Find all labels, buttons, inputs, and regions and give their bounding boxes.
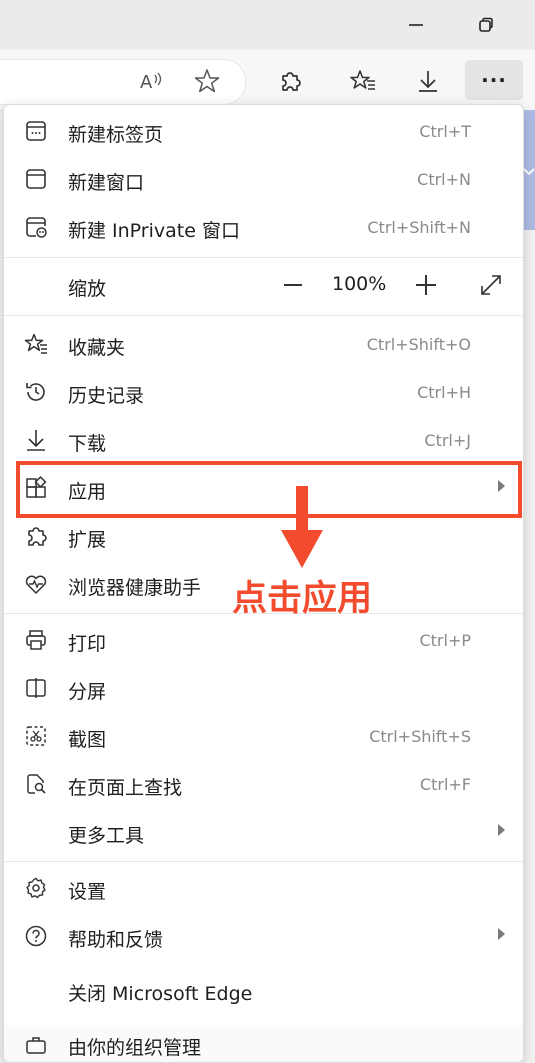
star-icon <box>194 69 220 93</box>
menu-footer: 由你的组织管理 <box>4 1025 523 1062</box>
download-icon <box>419 71 437 92</box>
new-window-icon <box>26 169 46 189</box>
screenshot-icon <box>26 726 46 746</box>
restore-button[interactable] <box>470 10 502 40</box>
menu-item-favorites[interactable]: 收藏夹 Ctrl+Shift+O <box>4 321 523 367</box>
menu-item-new-inprivate[interactable]: 新建 InPrivate 窗口 Ctrl+Shift+N <box>4 204 523 250</box>
menu-item-new-window[interactable]: 新建窗口 Ctrl+N <box>4 156 523 202</box>
menu-item-label: 设置 <box>68 881 107 903</box>
shortcut-text: Ctrl+Shift+S <box>369 727 471 746</box>
menu-item-new-tab[interactable]: 新建标签页 Ctrl+T <box>4 108 523 154</box>
shortcut-text: Ctrl+P <box>419 631 471 650</box>
more-icon: ··· <box>481 68 507 92</box>
shortcut-text: Ctrl+N <box>417 170 471 189</box>
menu-divider <box>4 315 523 316</box>
favorites-icon <box>24 333 47 354</box>
shortcut-text: Ctrl+Shift+N <box>367 218 471 237</box>
download-icon <box>27 430 45 451</box>
shortcut-text: Ctrl+F <box>419 775 471 794</box>
settings-and-more-button[interactable]: ··· <box>465 60 523 100</box>
minimize-button[interactable] <box>400 10 432 40</box>
menu-item-label: 帮助和反馈 <box>68 929 164 951</box>
read-aloud-button[interactable]: A <box>131 62 169 100</box>
menu-item-settings[interactable]: 设置 <box>4 865 523 911</box>
menu-item-history[interactable]: 历史记录 Ctrl+H <box>4 369 523 415</box>
address-bar[interactable]: A <box>0 59 246 105</box>
new-tab-icon <box>26 121 46 141</box>
menu-item-label: 扩展 <box>68 529 107 551</box>
gear-icon <box>26 877 46 899</box>
menu-item-label: 更多工具 <box>68 825 145 847</box>
menu-item-downloads[interactable]: 下载 Ctrl+J <box>4 417 523 463</box>
history-icon <box>26 383 45 401</box>
puzzle-icon <box>282 72 301 91</box>
menu-item-label: 新建标签页 <box>68 124 164 146</box>
menu-item-label: 新建 InPrivate 窗口 <box>68 220 240 242</box>
managed-by-org-label: 由你的组织管理 <box>68 1037 202 1059</box>
menu-item-label: 截图 <box>68 729 107 751</box>
submenu-arrow-icon <box>498 928 505 940</box>
extensions-button[interactable] <box>271 62 309 100</box>
menu-item-label: 新建窗口 <box>68 172 145 194</box>
favorites-list-icon <box>350 70 375 90</box>
shortcut-text: Ctrl+J <box>424 431 471 450</box>
menu-item-print[interactable]: 打印 Ctrl+P <box>4 617 523 663</box>
inprivate-window-icon <box>26 217 47 238</box>
title-bar <box>0 0 535 50</box>
menu-item-label: 下载 <box>68 433 107 455</box>
split-screen-icon <box>26 678 46 698</box>
fullscreen-icon[interactable] <box>478 272 504 298</box>
annotation-text: 点击应用 <box>232 579 373 619</box>
downloads-button[interactable] <box>409 62 447 100</box>
pointer-arrow-icon <box>281 486 323 568</box>
puzzle-icon <box>28 527 47 546</box>
menu-item-label: 收藏夹 <box>68 337 126 359</box>
menu-item-find[interactable]: 在页面上查找 Ctrl+F <box>4 761 523 807</box>
menu-item-zoom: 缩放 100% <box>4 262 523 308</box>
apps-highlight-box <box>16 461 522 518</box>
menu-divider <box>4 257 523 258</box>
zoom-level: 100% <box>332 273 387 295</box>
favorites-button[interactable] <box>344 62 382 100</box>
menu-divider <box>4 861 523 862</box>
printer-icon <box>26 630 46 650</box>
zoom-in-icon <box>425 275 427 295</box>
find-on-page-icon <box>27 774 46 794</box>
menu-item-screenshot[interactable]: 截图 Ctrl+Shift+S <box>4 713 523 759</box>
minimize-icon <box>409 24 423 26</box>
menu-item-close-edge[interactable]: 关闭 Microsoft Edge <box>4 967 523 1013</box>
shortcut-text: Ctrl+T <box>419 122 471 141</box>
help-icon <box>25 925 47 947</box>
menu-item-extensions[interactable]: 扩展 <box>4 513 523 559</box>
menu-item-label: 在页面上查找 <box>68 777 183 799</box>
shortcut-text: Ctrl+H <box>417 383 471 402</box>
menu-item-label: 浏览器健康助手 <box>68 577 202 599</box>
menu-item-split-screen[interactable]: 分屏 <box>4 665 523 711</box>
svg-text:A: A <box>140 72 153 93</box>
menu-item-label: 关闭 Microsoft Edge <box>68 983 253 1005</box>
read-aloud-icon: A <box>140 72 162 93</box>
zoom-out-button[interactable] <box>284 284 302 286</box>
menu-item-help[interactable]: 帮助和反馈 <box>4 913 523 959</box>
menu-item-label: 打印 <box>68 633 107 655</box>
menu-item-more-tools[interactable]: 更多工具 <box>4 809 523 855</box>
browser-toolbar: A ··· <box>0 50 535 111</box>
restore-icon <box>479 17 493 32</box>
menu-item-label: 缩放 <box>68 278 107 300</box>
submenu-arrow-icon <box>498 824 505 836</box>
menu-item-label: 历史记录 <box>68 385 145 407</box>
heart-pulse-icon <box>25 575 47 594</box>
menu-item-label: 分屏 <box>68 681 107 703</box>
add-favorite-button[interactable] <box>188 62 226 100</box>
briefcase-icon <box>26 1037 46 1054</box>
shortcut-text: Ctrl+Shift+O <box>366 335 471 354</box>
